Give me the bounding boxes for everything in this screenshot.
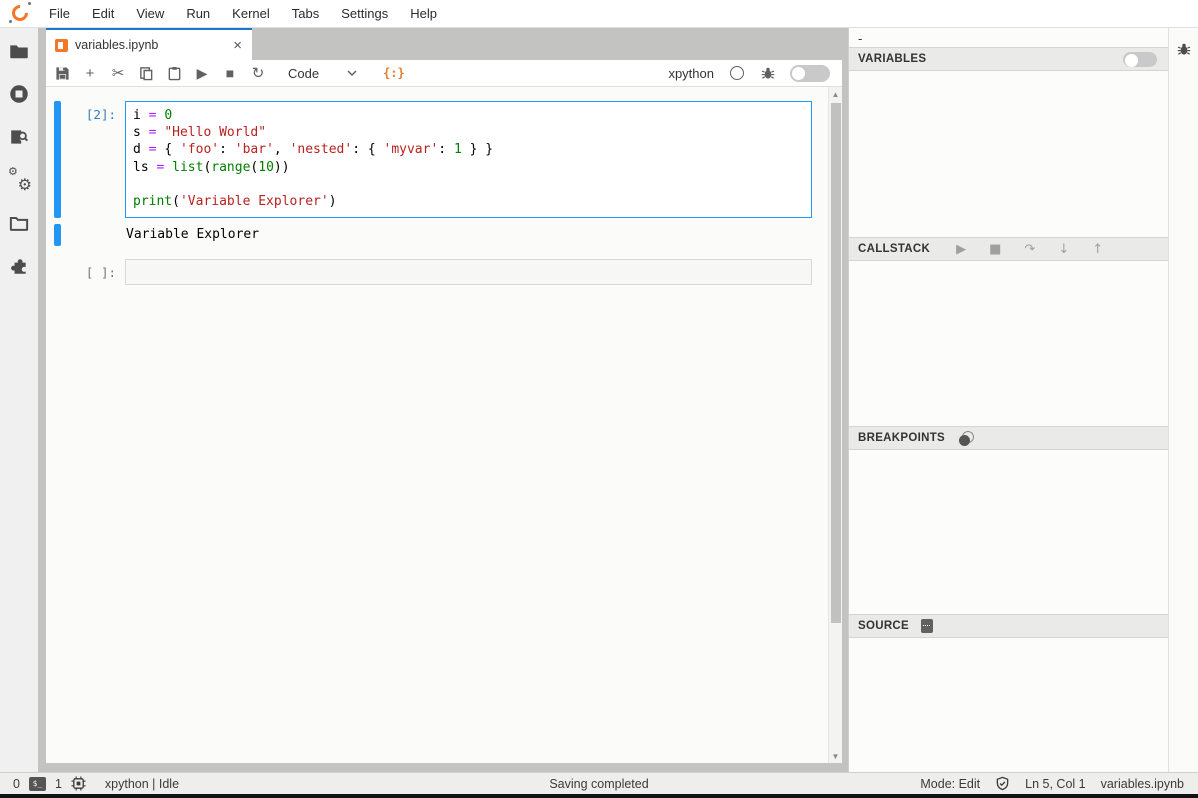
autoscroll-toggle[interactable] xyxy=(790,65,830,82)
scrollbar-thumb[interactable] xyxy=(831,103,841,623)
debug-continue-icon[interactable]: ▶ xyxy=(956,242,966,257)
source-section-header[interactable]: SOURCE xyxy=(849,614,1168,638)
main-dock: variables.ipynb × + ✂ xyxy=(38,28,848,772)
notebook-file-icon xyxy=(55,39,68,52)
breakpoints-label: BREAKPOINTS xyxy=(858,432,945,444)
jupyter-logo-icon xyxy=(4,1,38,27)
output-collapser[interactable] xyxy=(54,224,61,246)
restart-kernel-button[interactable]: ↻ xyxy=(244,61,272,86)
variables-section-header[interactable]: VARIABLES xyxy=(849,47,1168,71)
copy-cells-button[interactable] xyxy=(132,61,160,86)
running-kernels-icon[interactable] xyxy=(8,83,30,105)
output-text: Variable Explorer xyxy=(125,224,259,246)
cut-cells-button[interactable]: ✂ xyxy=(104,61,132,86)
variables-body xyxy=(849,71,1168,237)
gears-icon[interactable]: ⚙⚙ xyxy=(8,169,30,191)
code-cell[interactable]: [2]: i = 0s = "Hello World"d = { 'foo': … xyxy=(54,101,812,218)
empty-code-editor[interactable] xyxy=(125,259,812,285)
kernel-name[interactable]: xpython xyxy=(668,66,714,81)
debug-step-over-icon[interactable]: ↷ xyxy=(1024,242,1035,257)
menu-help[interactable]: Help xyxy=(399,0,448,28)
menu-view[interactable]: View xyxy=(125,0,175,28)
save-button[interactable] xyxy=(48,61,76,86)
source-body xyxy=(849,638,1168,772)
menu-bar: File Edit View Run Kernel Tabs Settings … xyxy=(0,0,1198,28)
menu-run[interactable]: Run xyxy=(175,0,221,28)
variables-label: VARIABLES xyxy=(858,53,926,65)
bottom-strip xyxy=(0,794,1198,798)
bug-icon[interactable] xyxy=(760,65,776,81)
tab-close-icon[interactable]: × xyxy=(231,39,244,52)
file-browser-icon[interactable] xyxy=(8,40,30,62)
extension-manager-icon[interactable] xyxy=(8,255,30,277)
menu-kernel[interactable]: Kernel xyxy=(221,0,281,28)
paste-cells-button[interactable] xyxy=(160,61,188,86)
open-source-icon[interactable] xyxy=(921,619,933,633)
status-bar: Saving completed 0 $_ 1 xpython | Idle M… xyxy=(0,772,1198,794)
cell-type-dropdown[interactable]: Code xyxy=(288,66,357,81)
source-label: SOURCE xyxy=(858,620,909,632)
callstack-label: CALLSTACK xyxy=(858,243,930,255)
add-cell-button[interactable]: + xyxy=(76,61,104,86)
execution-prompt: [2]: xyxy=(61,101,125,218)
jupyterlab-app: File Edit View Run Kernel Tabs Settings … xyxy=(0,0,1198,798)
input-collapser[interactable] xyxy=(54,101,61,218)
notebook-scrollbar[interactable]: ▲ ▼ xyxy=(828,87,842,763)
right-activity-bar xyxy=(1168,28,1198,772)
stop-kernel-button[interactable]: ■ xyxy=(216,61,244,86)
menu-tabs[interactable]: Tabs xyxy=(281,0,330,28)
menu-settings[interactable]: Settings xyxy=(330,0,399,28)
debug-step-out-icon[interactable]: ↑ xyxy=(1092,242,1103,257)
remove-all-breakpoints-icon[interactable] xyxy=(959,431,974,446)
breakpoints-body xyxy=(849,450,1168,614)
cell-list: [2]: i = 0s = "Hello World"d = { 'foo': … xyxy=(46,87,828,763)
tab-variables-ipynb[interactable]: variables.ipynb × xyxy=(46,28,252,60)
status-message: Saving completed xyxy=(0,777,1198,791)
callstack-section-header[interactable]: CALLSTACK ▶ ■ ↷ ↓ ↑ xyxy=(849,237,1168,261)
debugger-panel-title: - xyxy=(849,28,1168,47)
debug-step-in-icon[interactable]: ↓ xyxy=(1058,242,1069,257)
empty-code-cell[interactable]: [ ]: xyxy=(54,259,812,285)
run-cell-button[interactable]: ▶ xyxy=(188,61,216,86)
kernel-status-icon xyxy=(730,66,744,80)
variables-view-toggle[interactable] xyxy=(1123,52,1157,67)
execution-prompt: [ ]: xyxy=(61,259,125,285)
output-area: Variable Explorer xyxy=(54,224,812,246)
chevron-down-icon xyxy=(347,68,357,78)
tab-title: variables.ipynb xyxy=(75,38,224,52)
input-collapser xyxy=(54,259,61,285)
cell-type-value: Code xyxy=(288,66,319,81)
tab-bar: variables.ipynb × xyxy=(38,28,848,60)
menu-edit[interactable]: Edit xyxy=(81,0,125,28)
output-prompt xyxy=(61,224,125,246)
menu-file[interactable]: File xyxy=(38,0,81,28)
notebook-toolbar: + ✂ ▶ ■ ↻ Code xyxy=(46,60,842,87)
left-activity-bar: ⚙⚙ xyxy=(0,28,38,772)
property-inspector-icon[interactable] xyxy=(8,126,30,148)
breakpoints-section-header[interactable]: BREAKPOINTS xyxy=(849,426,1168,450)
debugger-panel: - VARIABLES CALLSTACK ▶ ■ ↷ ↓ ↑ BREAKP xyxy=(848,28,1168,772)
code-editor[interactable]: i = 0s = "Hello World"d = { 'foo': 'bar'… xyxy=(125,101,812,218)
notebook-panel: + ✂ ▶ ■ ↻ Code xyxy=(46,60,842,763)
callstack-body xyxy=(849,261,1168,426)
format-code-button[interactable]: {:} xyxy=(383,66,405,80)
scroll-up-icon[interactable]: ▲ xyxy=(829,87,842,101)
debugger-tab-bug-icon[interactable] xyxy=(1176,41,1192,60)
debug-terminate-icon[interactable]: ■ xyxy=(989,242,1001,257)
folder-outline-icon[interactable] xyxy=(8,212,30,234)
scroll-down-icon[interactable]: ▼ xyxy=(829,749,842,763)
